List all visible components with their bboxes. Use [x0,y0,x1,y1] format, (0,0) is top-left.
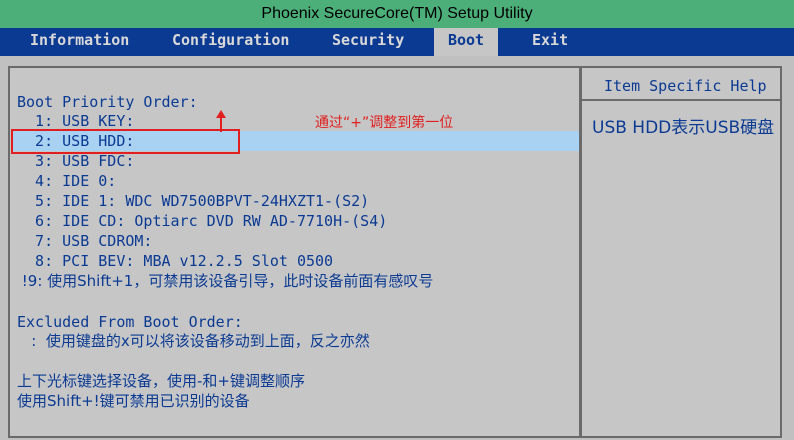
annotation-text: 通过“+”调整到第一位 [315,115,454,131]
panel-divider [579,66,582,438]
boot-priority-header: Boot Priority Order: [17,93,198,111]
menu-bar: Information Configuration Security Boot … [0,28,794,56]
arrow-up-icon [216,110,226,132]
footer-hint-1: 上下光标键选择设备，使用-和+键调整顺序 [17,372,305,390]
boot-item-5[interactable]: 5: IDE 1: WDC WD7500BPVT-24HXZT1-(S2) [17,191,369,211]
help-text: USB HDD表示USB硬盘 [592,118,775,138]
boot-item-7[interactable]: 7: USB CDROM: [17,231,152,251]
tab-configuration[interactable]: Configuration [160,28,312,56]
window-title: Phoenix SecureCore(TM) Setup Utility [0,0,794,28]
excluded-header: Excluded From Boot Order: [17,313,243,331]
footer-hint-2: 使用Shift+!键可禁用已识别的设备 [17,392,250,410]
help-separator [582,99,780,101]
help-title: Item Specific Help [604,77,767,95]
boot-item-8[interactable]: 8: PCI BEV: MBA v12.2.5 Slot 0500 [17,251,333,271]
tab-boot[interactable]: Boot [434,28,498,56]
tab-information[interactable]: Information [18,28,152,56]
boot-item-6[interactable]: 6: IDE CD: Optiarc DVD RW AD-7710H-(S4) [17,211,387,231]
annotation-highlight-box [11,129,240,154]
boot-item-3[interactable]: 3: USB FDC: [17,151,134,171]
tab-exit[interactable]: Exit [520,28,592,56]
tab-security[interactable]: Security [320,28,428,56]
excluded-note: : 使用键盘的x可以将该设备移动到上面，反之亦然 [17,332,370,350]
boot-item-4[interactable]: 4: IDE 0: [17,171,116,191]
boot-item-1[interactable]: 1: USB KEY: [17,111,134,131]
boot-item-9-note: !9: 使用Shift+1，可禁用该设备引导，此时设备前面有感叹号 [17,272,434,290]
